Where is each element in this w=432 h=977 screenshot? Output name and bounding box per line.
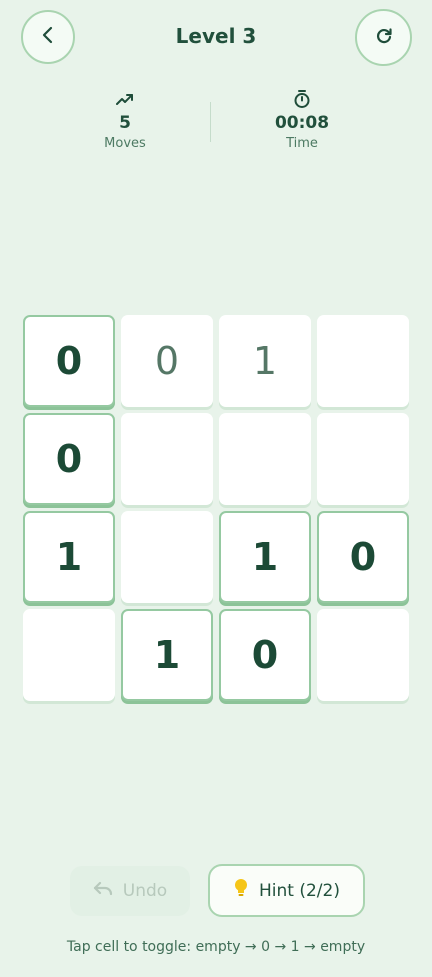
refresh-icon: [374, 26, 394, 50]
undo-icon: [93, 881, 113, 902]
grid-cell-r4-c3: 0: [219, 609, 311, 701]
moves-value: 5: [119, 113, 131, 133]
grid-cell-r2-c4[interactable]: [317, 413, 409, 505]
time-label: Time: [286, 136, 318, 151]
undo-label: Undo: [122, 881, 168, 901]
grid-cell-r4-c1[interactable]: [23, 609, 115, 701]
grid-cell-r3-c1: 1: [23, 511, 115, 603]
grid-cell-r1-c4[interactable]: [317, 315, 409, 407]
hint-label: Hint (2/2): [259, 880, 340, 901]
stopwatch-icon: [242, 88, 362, 110]
moves-stat: 5 Moves: [65, 88, 185, 151]
grid-cell-r4-c2: 1: [121, 609, 213, 701]
grid-cell-r2-c1: 0: [23, 413, 115, 505]
grid-cell-r1-c3[interactable]: 1: [219, 315, 311, 407]
time-value: 00:08: [274, 113, 330, 133]
grid-cell-r3-c2[interactable]: [121, 511, 213, 603]
restart-button[interactable]: [355, 9, 412, 66]
stats-divider: [210, 102, 211, 142]
grid-cell-r1-c1: 0: [23, 315, 115, 407]
grid-cell-r3-c3: 1: [219, 511, 311, 603]
grid-cell-r2-c3[interactable]: [219, 413, 311, 505]
grid-cell-r4-c4[interactable]: [317, 609, 409, 701]
lightbulb-icon: [233, 878, 249, 903]
time-stat: 00:08 Time: [242, 88, 362, 151]
grid-cell-r3-c4: 0: [317, 511, 409, 603]
undo-button[interactable]: Undo: [70, 866, 190, 916]
trend-up-icon: [65, 88, 185, 110]
grid-cell-r2-c2[interactable]: [121, 413, 213, 505]
moves-label: Moves: [104, 136, 146, 151]
grid-cell-r1-c2[interactable]: 0: [121, 315, 213, 407]
hint-button[interactable]: Hint (2/2): [208, 864, 365, 917]
instruction-text: Tap cell to toggle: empty → 0 → 1 → empt…: [66, 939, 366, 955]
